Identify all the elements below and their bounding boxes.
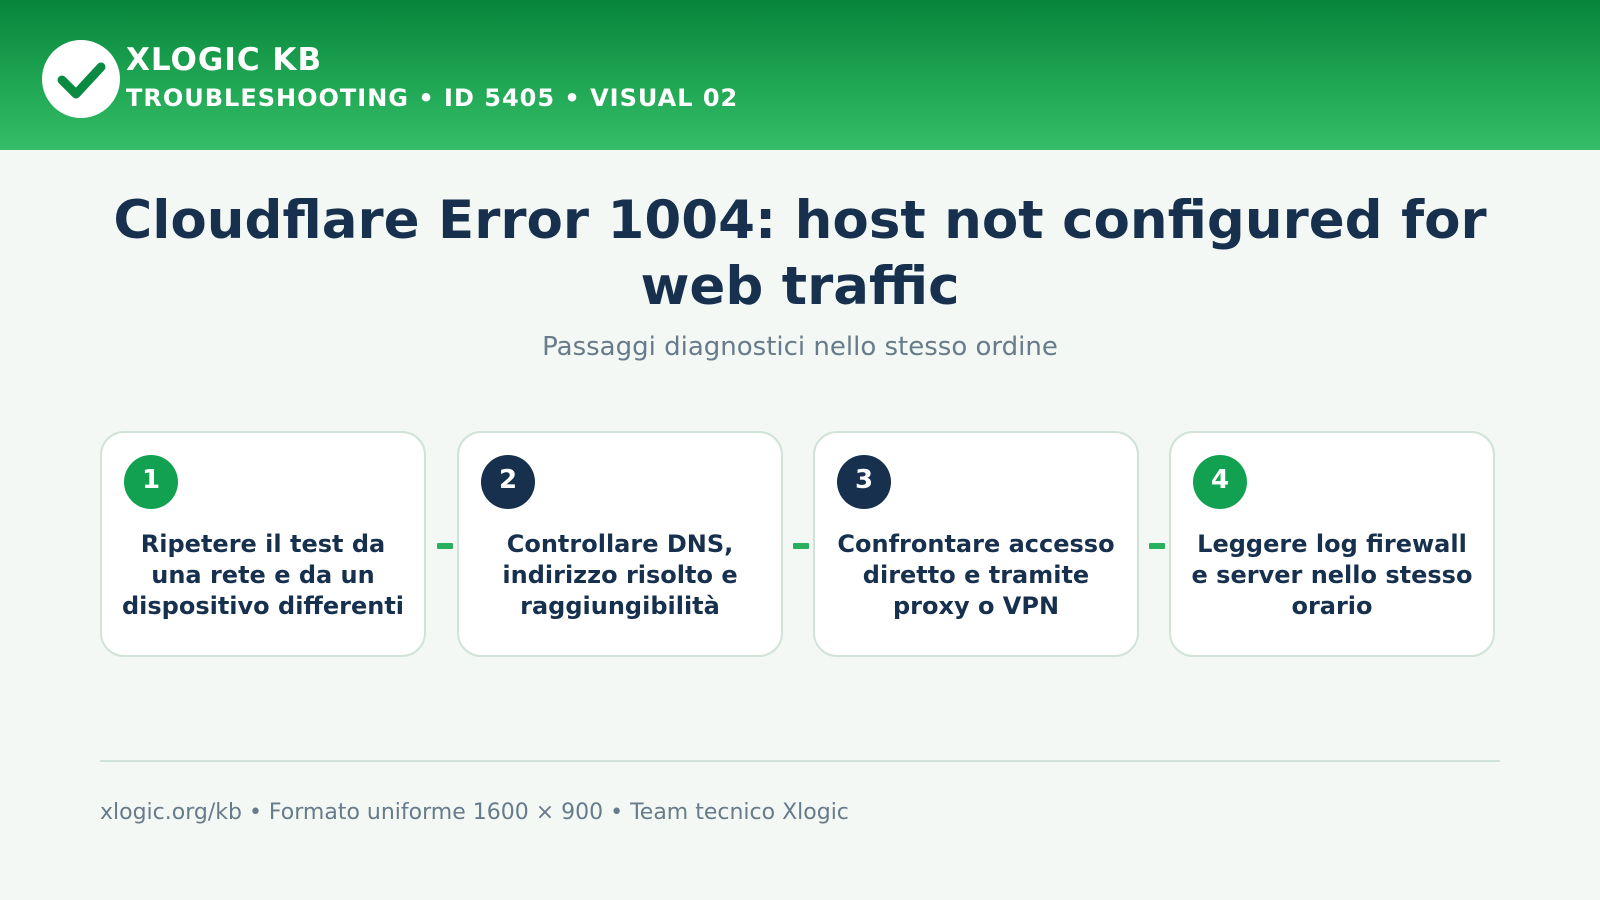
step-text: Ripetere il test da una rete e da un dis… xyxy=(121,529,405,620)
footer-text: xlogic.org/kb • Formato uniforme 1600 × … xyxy=(100,800,849,825)
step-text: Controllare DNS, indirizzo risolto e rag… xyxy=(502,529,738,620)
step-card-3: 3 Confrontare accesso diretto e tramite … xyxy=(813,431,1139,657)
step-connector xyxy=(1149,543,1165,549)
logo xyxy=(42,40,120,118)
footer-divider xyxy=(100,760,1500,762)
step-text: Confrontare accesso diretto e tramite pr… xyxy=(837,529,1115,620)
step-card-2: 2 Controllare DNS, indirizzo risolto e r… xyxy=(457,431,783,657)
step-number-badge: 1 xyxy=(124,455,178,509)
brand-subtitle: TROUBLESHOOTING • ID 5405 • VISUAL 02 xyxy=(126,84,739,112)
step-card-1: 1 Ripetere il test da una rete e da un d… xyxy=(100,431,426,657)
step-connector xyxy=(793,543,809,549)
check-icon xyxy=(57,62,106,99)
step-number-badge: 4 xyxy=(1193,455,1247,509)
step-number-badge: 2 xyxy=(481,455,535,509)
page-subtitle: Passaggi diagnostici nello stesso ordine xyxy=(542,332,1058,362)
step-card-4: 4 Leggere log firewall e server nello st… xyxy=(1169,431,1495,657)
step-connector xyxy=(437,543,453,549)
brand-name: XLOGIC KB xyxy=(126,42,323,78)
page-title: Cloudflare Error 1004: host not configur… xyxy=(113,190,1487,317)
step-number-badge: 3 xyxy=(837,455,891,509)
header-bar: XLOGIC KB TROUBLESHOOTING • ID 5405 • VI… xyxy=(0,0,1600,150)
step-text: Leggere log firewall e server nello stes… xyxy=(1191,529,1473,620)
